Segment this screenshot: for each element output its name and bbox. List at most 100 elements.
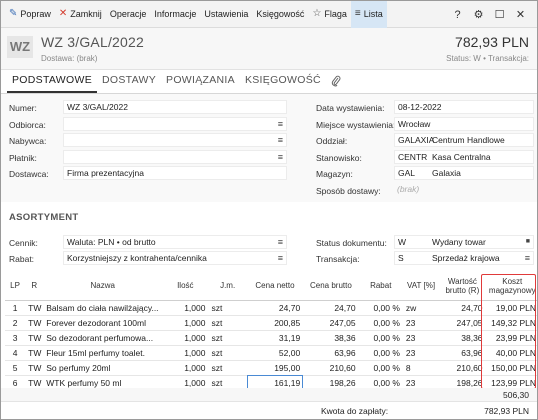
toolbar-button-label: Zamknij [70, 9, 102, 19]
table-cell: TW [25, 360, 44, 376]
numer-field[interactable]: WZ 3/GAL/2022 [63, 100, 287, 114]
col-koszt-magazynowy[interactable]: Koszt magazynowy [485, 272, 537, 301]
pay-label: Kwota do zapłaty: [321, 406, 389, 416]
miejsce-wystawienia-field[interactable]: Wrocław [394, 117, 534, 131]
document-header: WZ WZ 3/GAL/2022 Dostawa: (brak) 782,93 … [1, 28, 537, 70]
table-cell: szt [208, 345, 247, 361]
oddzial-field[interactable]: GALAXIACentrum Handlowe [394, 133, 534, 147]
col-nazwa[interactable]: Nazwa [43, 272, 163, 301]
sposob-dostawy-field[interactable]: (brak) [394, 183, 534, 197]
table-cell: 38,36 [303, 330, 359, 346]
toolbar-button-lista[interactable]: ≡ Lista [350, 1, 387, 28]
label-cennik: Cennik: [9, 237, 38, 248]
label-stanowisko: Stanowisko: [316, 152, 362, 163]
toolbar-button-label: Popraw [20, 9, 51, 19]
platnik-field[interactable]: ≡ [63, 150, 287, 164]
odbiorca-field[interactable]: ≡ [63, 117, 287, 131]
toolbar-button-ustawienia[interactable]: Ustawienia [200, 1, 252, 28]
status-dokumentu-field[interactable]: W Wydany towar ■ [394, 235, 534, 249]
table-cell: 19,00 PLN [485, 300, 537, 316]
data-wystawienia-field[interactable]: 08-12-2022 [394, 100, 534, 114]
table-cell: 0,00 % [358, 345, 403, 361]
attachment-icon[interactable] [326, 69, 346, 93]
table-cell: 1 [5, 300, 26, 316]
table-cell: 24,70 [246, 300, 304, 316]
table-cell: Fleur 15ml perfumy toalet. [43, 345, 163, 361]
col-r[interactable]: R [25, 272, 44, 301]
table-cell: szt [208, 315, 247, 331]
toolbar-button-flaga[interactable]: ☆ Flaga [308, 1, 350, 28]
magazyn-field[interactable]: GAL Galaxia [394, 166, 534, 180]
items-table: LP R Nazwa Ilość J.m. Cena netto Cena br… [5, 272, 537, 391]
label-numer: Numer: [9, 102, 37, 113]
toolbar-button-popraw[interactable]: ✎ Popraw [5, 1, 55, 28]
toolbar-button-ksiegowosc[interactable]: Księgowość [252, 1, 308, 28]
help-icon[interactable]: ? [447, 9, 468, 21]
toolbar-button-informacje[interactable]: Informacje [150, 1, 200, 28]
table-cell: 149,32 PLN [485, 315, 537, 331]
col-wartosc-brutto[interactable]: Wartość brutto (R) [439, 272, 486, 301]
dostawca-field[interactable]: Firma prezentacyjna [63, 166, 287, 180]
menu-icon[interactable]: ≡ [278, 151, 283, 163]
toolbar-button-label: Lista [363, 9, 383, 19]
table-cell: 247,05 [439, 315, 486, 331]
document-amount: 782,93 PLN [455, 34, 529, 50]
gear-icon[interactable]: ⚙ [468, 8, 489, 21]
tab-podstawowe[interactable]: PODSTAWOWE [7, 69, 97, 93]
col-ilosc[interactable]: Ilość [162, 272, 209, 301]
table-row[interactable]: 2 TW Forever dezodorant 100ml 1,000 szt 200,8… [5, 315, 537, 331]
tab-dostawy[interactable]: DOSTAWY [97, 69, 161, 93]
label-data-wystawienia: Data wystawienia: [316, 102, 385, 113]
table-cell: 24,70 [303, 300, 359, 316]
menu-icon[interactable]: ≡ [278, 134, 283, 146]
table-cell: zw [402, 300, 440, 316]
rabat-field[interactable]: Korzystniejszy z kontrahenta/cennika ≡ [63, 251, 287, 265]
table-cell: 31,19 [246, 330, 304, 346]
menu-icon[interactable]: ≡ [278, 236, 283, 248]
table-cell: 210,60 [303, 360, 359, 376]
table-cell: 200,85 [246, 315, 304, 331]
toolbar-button-zamknij[interactable]: ✕ Zamknij [55, 1, 106, 28]
tab-powiazania[interactable]: POWIĄZANIA [161, 69, 240, 93]
table-cell: 23 [402, 345, 440, 361]
transakcja-field[interactable]: S Sprzedaż krajowa ≡ [394, 251, 534, 265]
table-row[interactable]: 3 TW So dezodorant perfumowa... 1,000 szt 31,… [5, 330, 537, 346]
table-cell: 1,000 [162, 345, 209, 361]
table-cell: So dezodorant perfumowa... [43, 330, 163, 346]
table-cell: TW [25, 330, 44, 346]
dropdown-icon[interactable]: ■ [526, 236, 530, 248]
document-subtitle: Dostawa: (brak) [41, 54, 98, 63]
stanowisko-field[interactable]: CENTR Kasa Centralna [394, 150, 534, 164]
table-cell: 1,000 [162, 300, 209, 316]
menu-icon[interactable]: ≡ [278, 252, 283, 264]
col-cena-brutto[interactable]: Cena brutto [303, 272, 359, 301]
col-cena-netto[interactable]: Cena netto [246, 272, 304, 301]
table-row[interactable]: 5 TW So perfumy 20ml 1,000 szt 195,00 210,60 0,… [5, 360, 537, 376]
nabywca-field[interactable]: ≡ [63, 133, 287, 147]
close-icon[interactable]: ✕ [510, 8, 531, 21]
table-row[interactable]: 4 TW Fleur 15ml perfumy toalet. 1,000 szt 52,… [5, 345, 537, 361]
menu-icon[interactable]: ≡ [525, 252, 530, 264]
table-cell: 2 [5, 315, 26, 331]
sum-value: 506,30 [503, 390, 529, 400]
table-row[interactable]: 1 TW Balsam do ciała nawilżający... 1,000 sz… [5, 300, 537, 316]
window-controls: ? ⚙ ☐ ✕ [447, 1, 531, 28]
toolbar-button-operacje[interactable]: Operacje [106, 1, 151, 28]
menu-icon[interactable]: ≡ [278, 118, 283, 130]
table-cell: 8 [402, 360, 440, 376]
table-cell: 23,99 PLN [485, 330, 537, 346]
col-lp[interactable]: LP [5, 272, 26, 301]
table-cell: TW [25, 315, 44, 331]
col-vat[interactable]: VAT [%] [402, 272, 440, 301]
table-cell: 0,00 % [358, 315, 403, 331]
table-cell: 1,000 [162, 360, 209, 376]
label-platnik: Płatnik: [9, 152, 37, 163]
tab-bar: PODSTAWOWE DOSTAWY POWIĄZANIA KSIĘGOWOŚĆ [1, 70, 537, 94]
maximize-icon[interactable]: ☐ [489, 8, 510, 21]
tab-ksiegowosc[interactable]: KSIĘGOWOŚĆ [240, 69, 326, 93]
cennik-field[interactable]: Waluta: PLN • od brutto ≡ [63, 235, 287, 249]
col-rabat[interactable]: Rabat [358, 272, 403, 301]
toolbar-button-label: Operacje [109, 9, 147, 19]
col-jm[interactable]: J.m. [208, 272, 247, 301]
toolbar-button-label: Ustawienia [204, 9, 249, 19]
